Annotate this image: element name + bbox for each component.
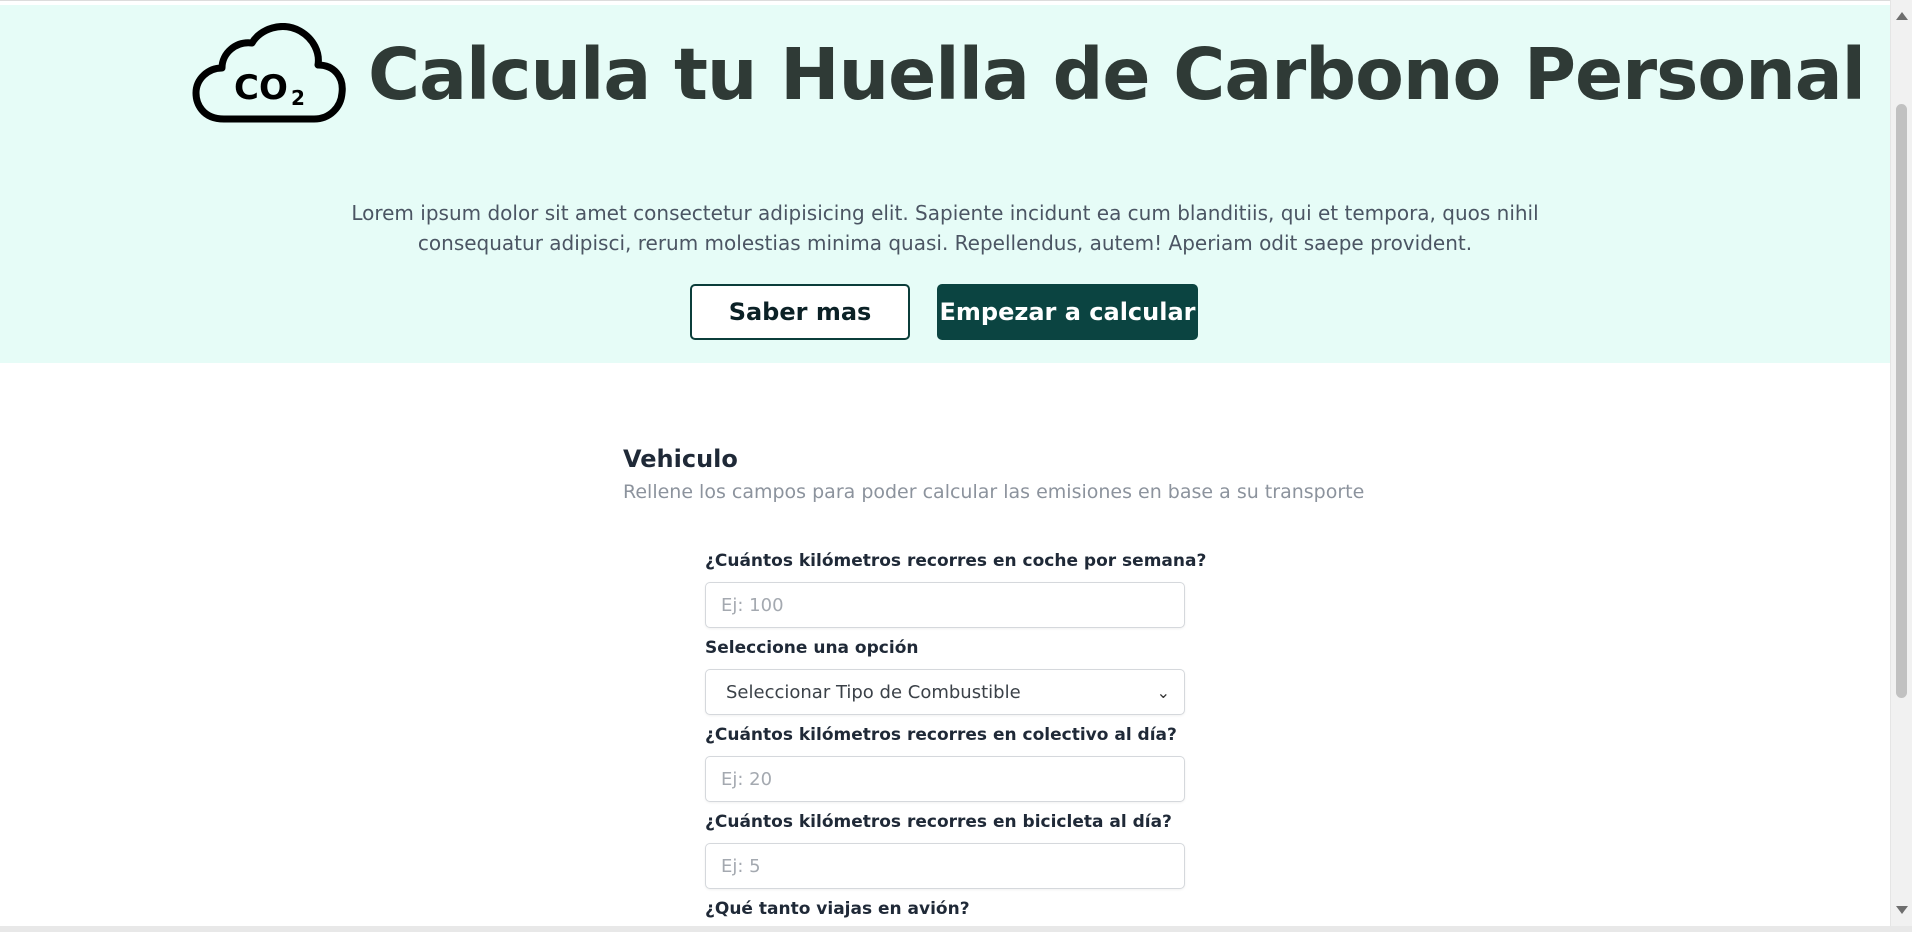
learn-more-button[interactable]: Saber mas <box>690 284 910 340</box>
plane-travel-label: ¿Qué tanto viajas en avión? <box>705 899 970 919</box>
fuel-type-selected-value: Seleccionar Tipo de Combustible <box>726 681 1021 703</box>
scroll-up-arrow-icon[interactable] <box>1896 12 1908 20</box>
vehicle-section-subtitle: Rellene los campos para poder calcular l… <box>623 481 1365 503</box>
hero-description: Lorem ipsum dolor sit amet consectetur a… <box>351 201 1539 255</box>
window-bottom-edge <box>0 926 1912 932</box>
chevron-down-icon: ⌄ <box>1156 682 1170 702</box>
car-km-input[interactable] <box>705 582 1185 628</box>
vehicle-section-title: Vehiculo <box>623 445 738 473</box>
hero-section: CO 2 Calcula tu Huella de Carbono Person… <box>0 5 1891 363</box>
bike-km-label: ¿Cuántos kilómetros recorres en biciclet… <box>705 812 1172 832</box>
bus-km-label: ¿Cuántos kilómetros recorres en colectiv… <box>705 725 1177 745</box>
page-viewport: CO 2 Calcula tu Huella de Carbono Person… <box>0 0 1891 927</box>
bike-km-input[interactable] <box>705 843 1185 889</box>
fuel-type-select[interactable]: Seleccionar Tipo de Combustible ⌄ <box>705 669 1185 715</box>
scroll-down-arrow-icon[interactable] <box>1896 906 1908 914</box>
bus-km-input[interactable] <box>705 756 1185 802</box>
start-calculating-button[interactable]: Empezar a calcular <box>937 284 1198 340</box>
svg-text:2: 2 <box>291 86 305 110</box>
page-title: Calcula tu Huella de Carbono Personal <box>368 33 1866 116</box>
fuel-type-label: Seleccione una opción <box>705 638 919 658</box>
svg-text:CO: CO <box>234 68 288 108</box>
co2-cloud-icon: CO 2 <box>192 23 346 123</box>
vertical-scrollbar[interactable] <box>1890 0 1912 926</box>
car-km-label: ¿Cuántos kilómetros recorres en coche po… <box>705 551 1207 571</box>
scrollbar-thumb[interactable] <box>1896 104 1907 698</box>
